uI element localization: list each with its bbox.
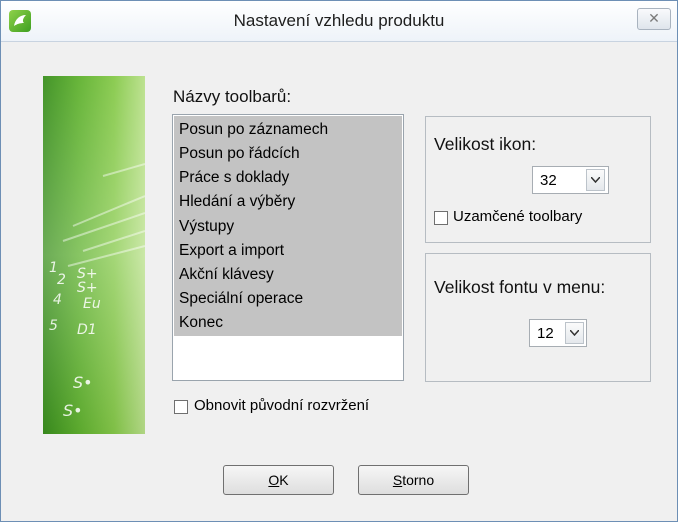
svg-text:Eu: Eu <box>83 296 101 312</box>
ok-button-label: OK <box>268 472 289 488</box>
close-button[interactable]: ✕ <box>637 8 671 30</box>
ok-button[interactable]: OK <box>223 465 334 495</box>
window-title: Nastavení vzhledu produktu <box>233 11 445 30</box>
menu-font-value: 12 <box>537 325 554 342</box>
settings-dialog: Nastavení vzhledu produktu ✕ 1 2 S+ S+ 4… <box>0 0 678 522</box>
list-item[interactable]: Konec <box>179 314 223 332</box>
product-banner-image: 1 2 S+ S+ 4 Eu 5 D1 S• S• <box>43 76 145 434</box>
restore-layout-checkbox[interactable] <box>174 400 188 414</box>
chevron-down-icon[interactable] <box>565 322 584 344</box>
close-icon: ✕ <box>648 10 660 26</box>
list-item[interactable]: Akční klávesy <box>179 266 274 284</box>
chevron-down-icon[interactable] <box>586 169 605 191</box>
decorative-keypad-image: 1 2 S+ S+ 4 Eu 5 D1 S• S• <box>49 163 145 420</box>
svg-text:S+: S+ <box>77 280 98 296</box>
icon-size-select[interactable]: 32 <box>532 166 609 194</box>
title-bar[interactable]: Nastavení vzhledu produktu ✕ <box>1 1 677 42</box>
list-item[interactable]: Hledání a výběry <box>179 193 295 211</box>
cancel-button-label: Storno <box>392 472 435 488</box>
icon-size-label: Velikost ikon: <box>434 134 537 154</box>
list-item[interactable]: Práce s doklady <box>179 169 289 187</box>
toolbars-listbox[interactable]: Posun po záznamech Posun po řádcích Prác… <box>172 114 404 381</box>
list-item[interactable]: Speciální operace <box>179 290 303 308</box>
svg-text:5: 5 <box>49 318 58 334</box>
svg-text:4: 4 <box>53 292 62 308</box>
list-item[interactable]: Posun po záznamech <box>179 121 328 139</box>
list-item[interactable]: Export a import <box>179 242 284 260</box>
menu-font-select[interactable]: 12 <box>529 319 587 347</box>
lock-toolbars-checkbox[interactable] <box>434 211 448 225</box>
toolbars-label: Názvy toolbarů: <box>173 87 292 106</box>
svg-text:D1: D1 <box>77 322 97 338</box>
svg-text:S•: S• <box>63 401 83 420</box>
svg-text:S•: S• <box>73 373 93 392</box>
icon-size-value: 32 <box>540 172 557 189</box>
svg-text:2: 2 <box>57 272 66 288</box>
menu-font-label: Velikost fontu v menu: <box>434 277 606 297</box>
restore-layout-label: Obnovit původní rozvržení <box>194 397 370 414</box>
list-item[interactable]: Posun po řádcích <box>179 145 300 163</box>
lock-toolbars-label: Uzamčené toolbary <box>453 208 583 225</box>
menu-font-group <box>425 253 651 382</box>
cancel-button[interactable]: Storno <box>358 465 469 495</box>
list-item[interactable]: Výstupy <box>179 218 234 236</box>
